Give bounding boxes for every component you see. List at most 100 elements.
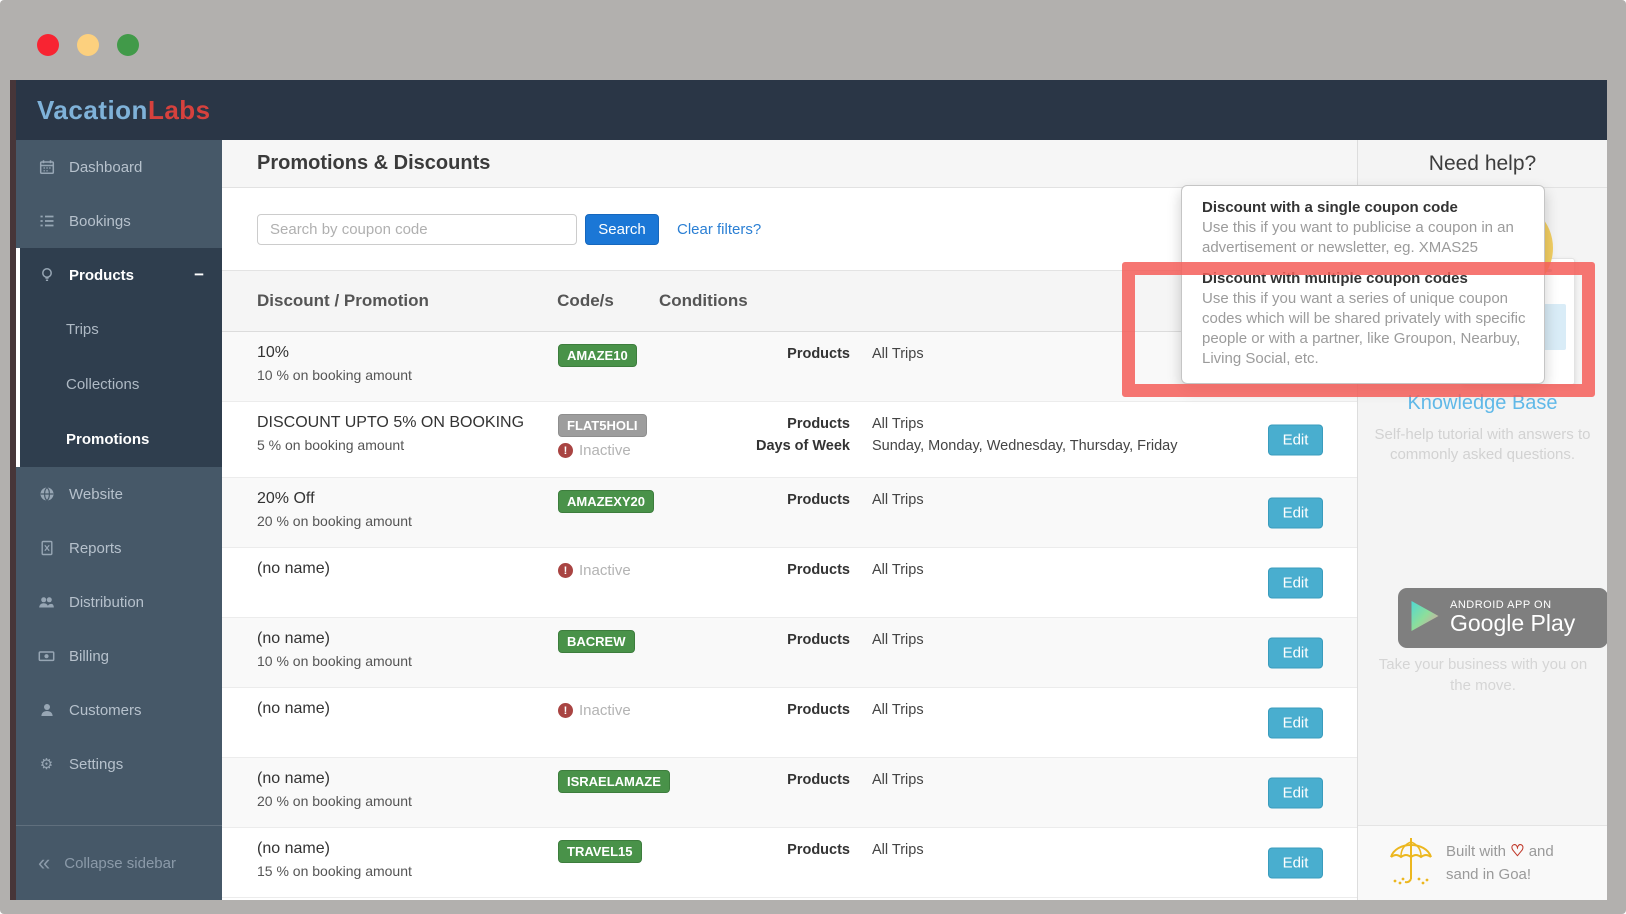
new-discount-dropdown: Discount with a single coupon code Use th… [1181,185,1545,384]
condition-line: Products All Trips [718,772,1357,788]
inactive-label: Inactive [579,442,631,459]
search-button[interactable]: Search [585,213,659,245]
condition-value: All Trips [872,632,924,648]
clear-filters-link[interactable]: Clear filters? [677,221,761,238]
promotion-code-cell: AMAZEXY20 [558,490,718,547]
brand-secondary: Labs [147,94,211,125]
condition-label: Products [787,772,850,788]
condition-label: Products [787,492,850,508]
sidebar-item-customers[interactable]: Customers [16,683,222,737]
table-row: (no name) 15 % on booking amount TRAVEL15 P… [222,828,1357,898]
condition-line: Products All Trips [718,416,1357,432]
brand-logo[interactable]: VacationLabs [37,95,211,126]
maximize-button[interactable] [117,34,139,56]
condition-label: Days of Week [755,438,850,454]
promotion-name-cell: 10% 10 % on booking amount [257,344,558,401]
play-triangle-icon [1410,599,1440,638]
sidebar-item-settings[interactable]: ⚙ Settings [16,737,222,791]
edit-button[interactable]: Edit [1268,637,1323,668]
collapse-sidebar-button[interactable]: « Collapse sidebar [16,825,222,900]
gear-icon: ⚙ [39,755,54,773]
table-row: (no name)! Inactive Products All Trips Edit [222,688,1357,758]
promotion-conditions-cell: Products All Trips [718,490,1357,547]
sidebar-item-bookings[interactable]: Bookings [16,194,222,248]
coupon-code-badge: ISRAELAMAZE [558,770,670,793]
coupon-code-badge: AMAZEXY20 [558,490,655,513]
promotion-subtitle: 10 % on booking amount [257,653,412,669]
scrollbar[interactable] [1607,80,1614,900]
condition-label: Products [787,842,850,858]
close-button[interactable] [37,34,59,56]
sidebar-item-billing[interactable]: Billing [16,629,222,683]
sidebar-item-products[interactable]: Products − [20,248,222,302]
sidebar-item-label: Products [69,266,135,284]
promotion-conditions-cell: Products All Trips [718,630,1357,687]
sidebar-items: Dashboard Bookings Products − Trips Collectio… [16,140,222,791]
minimize-button[interactable] [77,34,99,56]
condition-label: Products [787,346,850,362]
condition-line: Products All Trips [718,492,1357,508]
angles-left-icon: « [38,850,51,875]
condition-value: All Trips [872,346,924,362]
coupon-code-badge: TRAVEL15 [558,840,642,863]
promotion-name-cell: (no name) [257,700,558,757]
collapse-section-icon[interactable]: − [194,265,204,285]
heart-icon: ♡ [1510,843,1525,861]
sidebar-item-label: Dashboard [69,158,143,176]
billing-icon [38,648,55,664]
window-left-edge [10,80,16,900]
edit-button[interactable]: Edit [1268,777,1323,808]
sidebar-item-dashboard[interactable]: Dashboard [16,140,222,194]
coupon-code-badge: BACREW [558,630,635,653]
sidebar-item-distribution[interactable]: Distribution [16,575,222,629]
users-icon [38,594,55,610]
sidebar-item-collections[interactable]: Collections [20,357,222,412]
edit-button[interactable]: Edit [1268,567,1323,598]
condition-label: Products [787,702,850,718]
promotion-code-cell: FLAT5HOLI! Inactive [558,414,718,477]
table-row: 20% Off 20 % on booking amount AMAZEXY20 Pr… [222,478,1357,548]
knowledge-base-description: Self-help tutorial with answers to commo… [1374,426,1591,464]
exclamation-icon: ! [558,443,573,458]
edit-button[interactable]: Edit [1268,424,1323,455]
sidebar-item-label: Settings [69,755,124,773]
dropdown-item[interactable]: Discount with multiple coupon codes Use t… [1202,270,1525,369]
promotion-name: 20% Off [257,490,315,507]
promotion-code-cell: TRAVEL15 [558,840,718,897]
google-play-badge[interactable]: ANDROID APP ON Google Play [1398,588,1608,648]
promotion-conditions-cell: Products All Trips [718,560,1357,617]
promotion-name-cell: DISCOUNT UPTO 5% ON BOOKING 5 % on bookin… [257,414,558,477]
promotion-name: (no name) [257,840,330,857]
dropdown-item[interactable]: Discount with a single coupon code Use th… [1202,199,1524,258]
lightbulb-icon [38,267,55,283]
promotion-name-cell: (no name) 15 % on booking amount [257,840,558,897]
sidebar-item-reports[interactable]: Reports [16,521,222,575]
edit-button[interactable]: Edit [1268,707,1323,738]
gplay-caption: Take your business with you on the move. [1378,656,1588,694]
sidebar-item-trips[interactable]: Trips [20,302,222,357]
globe-icon [38,486,55,502]
edit-button[interactable]: Edit [1268,497,1323,528]
coupon-search-input[interactable] [257,213,577,245]
sidebar-nav: Dashboard Bookings Products − Trips Collectio… [16,140,222,900]
page-header: Promotions & Discounts [222,140,1357,188]
sidebar-item-website[interactable]: Website [16,467,222,521]
dropdown-item-description: Use this if you want to publicise a coup… [1202,219,1514,256]
edit-button[interactable]: Edit [1268,847,1323,878]
sidebar-item-promotions[interactable]: Promotions [20,412,222,467]
collapse-sidebar-label: Collapse sidebar [64,854,176,872]
brand-primary: Vacation [37,94,148,125]
sidebar-item-label: Customers [69,701,142,719]
knowledge-base-link[interactable]: Knowledge Base [1358,392,1607,415]
column-header-conditions: Conditions [659,291,748,310]
sidebar-item-label: Trips [66,321,99,338]
top-navbar: VacationLabs [10,80,1614,140]
promotion-code-cell: ! Inactive [558,560,718,617]
condition-value: All Trips [872,702,924,718]
column-header-discount: Discount / Promotion [257,291,429,310]
promotion-name-cell: 20% Off 20 % on booking amount [257,490,558,547]
user-icon [38,702,55,718]
promotion-name: (no name) [257,770,330,787]
sidebar-group-products: Products − Trips Collections Promotions [16,248,222,467]
dropdown-item-description: Use this if you want a series of unique … [1202,290,1526,367]
